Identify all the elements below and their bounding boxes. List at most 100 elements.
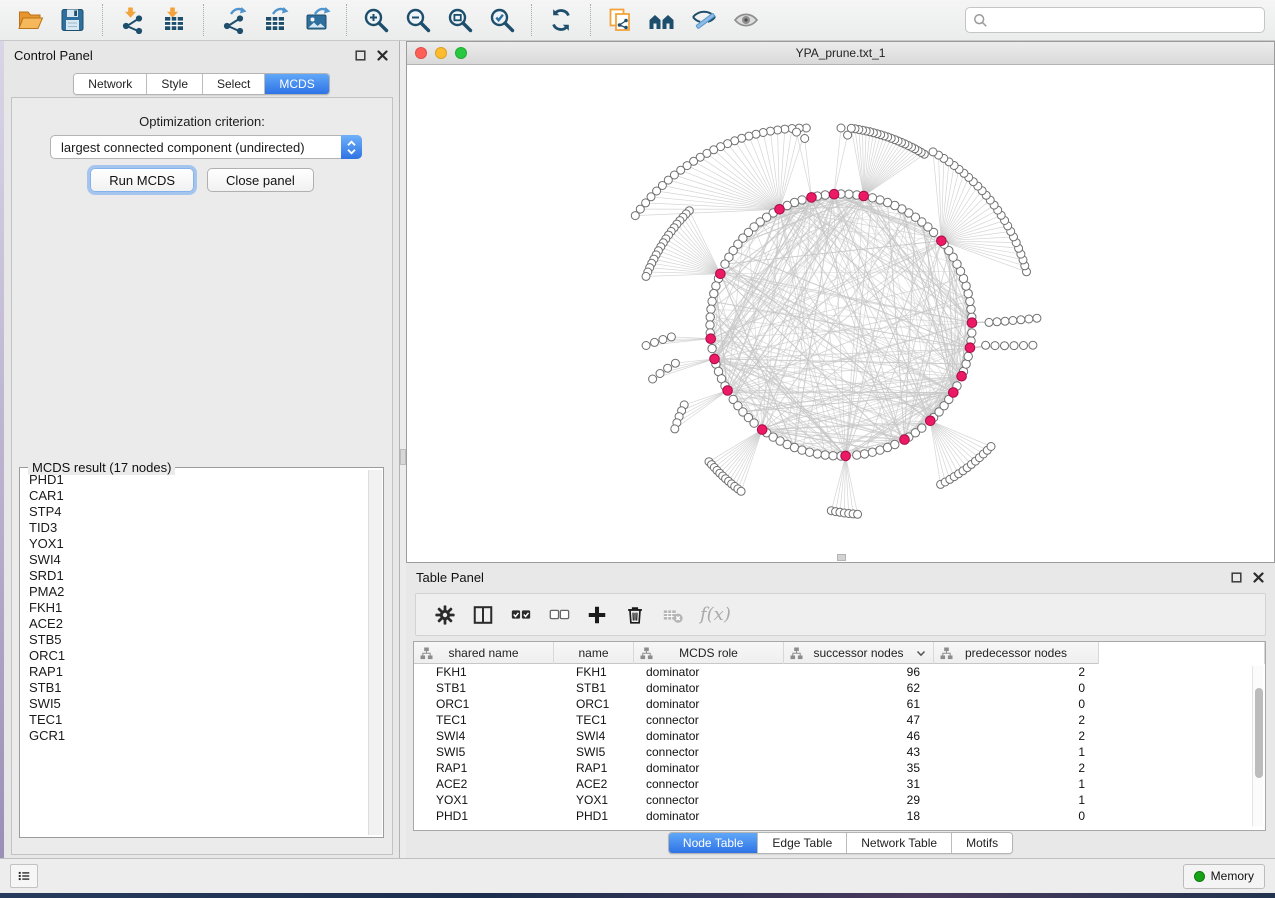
network-hub-node[interactable] bbox=[859, 191, 869, 201]
network-node[interactable] bbox=[964, 289, 972, 297]
network-node[interactable] bbox=[642, 272, 650, 280]
mcds-result-list[interactable]: PHD1CAR1STP4TID3YOX1SWI4SRD1PMA2FKH1ACE2… bbox=[22, 472, 367, 835]
table-row[interactable]: ACE2ACE2connector311 bbox=[414, 776, 1265, 792]
export-image-button[interactable] bbox=[299, 3, 335, 37]
mcds-result-item[interactable]: ACE2 bbox=[29, 616, 367, 632]
network-hub-node[interactable] bbox=[937, 236, 947, 246]
network-node[interactable] bbox=[1025, 315, 1033, 323]
column-header-successor-nodes[interactable]: successor nodes bbox=[784, 642, 934, 664]
network-hub-node[interactable] bbox=[967, 318, 977, 328]
table-row[interactable]: SWI4SWI4dominator462 bbox=[414, 728, 1265, 744]
network-node[interactable] bbox=[706, 321, 714, 329]
table-row[interactable]: SWI5SWI5connector431 bbox=[414, 744, 1265, 760]
import-table-button[interactable] bbox=[156, 3, 192, 37]
run-mcds-button[interactable]: Run MCDS bbox=[90, 168, 194, 192]
network-hub-node[interactable] bbox=[829, 189, 839, 199]
network-node[interactable] bbox=[982, 341, 990, 349]
network-node[interactable] bbox=[631, 212, 639, 220]
mcds-result-item[interactable]: STB1 bbox=[29, 680, 367, 696]
network-node[interactable] bbox=[664, 364, 672, 372]
network-node[interactable] bbox=[1009, 317, 1017, 325]
tab-motifs[interactable]: Motifs bbox=[952, 833, 1012, 853]
network-node[interactable] bbox=[707, 305, 715, 313]
network-node[interactable] bbox=[798, 446, 806, 454]
network-hub-node[interactable] bbox=[775, 205, 785, 215]
network-node[interactable] bbox=[656, 370, 664, 378]
network-node[interactable] bbox=[649, 375, 657, 383]
network-hub-node[interactable] bbox=[841, 451, 851, 461]
network-node[interactable] bbox=[706, 313, 714, 321]
select-all-button[interactable] bbox=[504, 598, 538, 632]
network-node[interactable] bbox=[985, 318, 993, 326]
export-table-button[interactable] bbox=[257, 3, 293, 37]
network-node[interactable] bbox=[667, 333, 675, 341]
close-panel-button[interactable]: Close panel bbox=[207, 168, 314, 192]
network-node[interactable] bbox=[651, 338, 659, 346]
tab-style[interactable]: Style bbox=[147, 74, 203, 94]
network-node[interactable] bbox=[853, 451, 861, 459]
search-box[interactable] bbox=[965, 7, 1265, 33]
network-node[interactable] bbox=[847, 124, 855, 132]
zoom-selected-button[interactable] bbox=[484, 3, 520, 37]
network-node[interactable] bbox=[721, 260, 729, 268]
network-node[interactable] bbox=[737, 487, 745, 495]
network-node[interactable] bbox=[966, 297, 974, 305]
network-node[interactable] bbox=[801, 135, 809, 143]
mcds-result-item[interactable]: FKH1 bbox=[29, 600, 367, 616]
column-header-shared-name[interactable]: shared name bbox=[414, 642, 554, 664]
save-session-button[interactable] bbox=[55, 3, 91, 37]
refresh-button[interactable] bbox=[543, 3, 579, 37]
network-node[interactable] bbox=[891, 440, 899, 448]
network-node[interactable] bbox=[821, 451, 829, 459]
network-node[interactable] bbox=[659, 336, 667, 344]
table-row[interactable]: YOX1YOX1connector291 bbox=[414, 792, 1265, 808]
network-node[interactable] bbox=[1029, 341, 1037, 349]
deselect-all-button[interactable] bbox=[542, 598, 576, 632]
network-hub-node[interactable] bbox=[757, 425, 767, 435]
table-row[interactable]: ORC1ORC1dominator610 bbox=[414, 696, 1265, 712]
close-table-panel-button[interactable] bbox=[1252, 571, 1265, 584]
network-node[interactable] bbox=[813, 450, 821, 458]
network-node[interactable] bbox=[962, 360, 970, 368]
open-file-button[interactable] bbox=[13, 3, 49, 37]
float-panel-button[interactable] bbox=[354, 49, 367, 62]
add-column-button[interactable] bbox=[580, 598, 614, 632]
table-row[interactable]: RAP1RAP1dominator352 bbox=[414, 760, 1265, 776]
network-node[interactable] bbox=[1010, 342, 1018, 350]
network-node[interactable] bbox=[1001, 342, 1009, 350]
zoom-in-button[interactable] bbox=[358, 3, 394, 37]
mcds-result-item[interactable]: SWI5 bbox=[29, 696, 367, 712]
tab-mcds[interactable]: MCDS bbox=[265, 74, 328, 94]
mcds-result-item[interactable]: PMA2 bbox=[29, 584, 367, 600]
network-node[interactable] bbox=[837, 124, 845, 132]
show-all-button[interactable] bbox=[728, 3, 764, 37]
network-node[interactable] bbox=[766, 127, 774, 135]
network-node[interactable] bbox=[750, 419, 758, 427]
column-header-predecessor-nodes[interactable]: predecessor nodes bbox=[934, 642, 1099, 664]
network-node[interactable] bbox=[642, 342, 650, 350]
status-menu-button[interactable] bbox=[10, 864, 38, 888]
delete-column-button[interactable] bbox=[618, 598, 652, 632]
tab-network-table[interactable]: Network Table bbox=[847, 833, 952, 853]
network-node[interactable] bbox=[918, 424, 926, 432]
network-hub-node[interactable] bbox=[926, 416, 936, 426]
network-node[interactable] bbox=[968, 329, 976, 337]
column-header-MCDS-role[interactable]: MCDS role bbox=[634, 642, 784, 664]
import-network-button[interactable] bbox=[114, 3, 150, 37]
optimization-criterion-select[interactable]: largest connected component (undirected) bbox=[50, 135, 362, 159]
network-hub-node[interactable] bbox=[949, 388, 959, 398]
network-graph[interactable] bbox=[407, 65, 1274, 562]
tab-edge-table[interactable]: Edge Table bbox=[758, 833, 847, 853]
close-panel-x-button[interactable] bbox=[376, 49, 389, 62]
show-column-button[interactable] bbox=[466, 598, 500, 632]
network-node[interactable] bbox=[710, 289, 718, 297]
mcds-result-item[interactable]: GCR1 bbox=[29, 728, 367, 744]
float-table-panel-button[interactable] bbox=[1230, 571, 1243, 584]
network-node[interactable] bbox=[671, 425, 679, 433]
table-row[interactable]: STB1STB1dominator620 bbox=[414, 680, 1265, 696]
network-node[interactable] bbox=[1033, 314, 1041, 322]
network-node[interactable] bbox=[860, 450, 868, 458]
network-canvas[interactable] bbox=[407, 65, 1274, 562]
tab-select[interactable]: Select bbox=[203, 74, 265, 94]
mcds-result-item[interactable]: STB5 bbox=[29, 632, 367, 648]
